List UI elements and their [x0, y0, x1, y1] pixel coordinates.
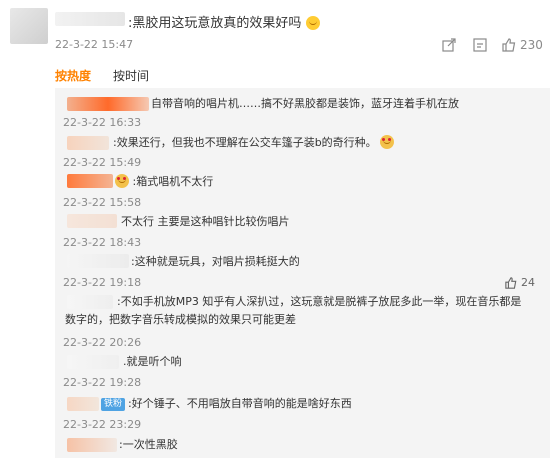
- reply-text: :效果还行，但我也不理解在公交车篷子装b的奇行种。: [113, 136, 377, 149]
- comment-text: :黑胶用这玩意放真的效果好吗: [128, 16, 302, 31]
- reply-time: 22-3-22 20:26: [63, 336, 142, 349]
- reply-time: 22-3-22 18:43: [63, 236, 142, 249]
- username-blurred[interactable]: [67, 254, 129, 268]
- reply-text: :这种就是玩具，对唱片损耗挺大的: [131, 255, 300, 268]
- reply-time: 22-3-22 19:18: [63, 276, 142, 289]
- reply-list: 自带音响的唱片机……搞不好黑胶都是装饰，蓝牙连着手机在放 22-3-22 16:…: [55, 88, 550, 458]
- tab-sort-by-hot[interactable]: 按热度: [55, 67, 91, 84]
- comment-time: 22-3-22 15:47: [55, 38, 134, 51]
- reply-time: 22-3-22 15:49: [63, 156, 142, 169]
- reply-time: 22-3-22 19:28: [63, 376, 142, 389]
- tab-sort-by-time[interactable]: 按时间: [113, 67, 149, 84]
- reply-like-button[interactable]: 24: [505, 276, 535, 289]
- reply-button[interactable]: [473, 38, 487, 52]
- share-icon: [442, 38, 456, 52]
- username-blurred[interactable]: [67, 397, 99, 411]
- reply-text: .就是听个响: [123, 355, 182, 368]
- reply-text: 自带音响的唱片机……搞不好黑胶都是装饰，蓝牙连着手机在放: [151, 97, 459, 110]
- username-blurred[interactable]: [67, 174, 113, 188]
- reply-time: 22-3-22 16:33: [63, 116, 142, 129]
- reply-text: :箱式唱机不太行: [132, 175, 214, 188]
- angry-face-emoji: [115, 174, 129, 188]
- username-blurred[interactable]: [67, 214, 117, 228]
- comment-icon: [473, 38, 487, 52]
- like-button[interactable]: 230: [502, 38, 543, 52]
- fan-badge: 铁粉: [101, 398, 126, 411]
- reply-time: 22-3-22 15:58: [63, 196, 142, 209]
- reply-text-continued: 数字的，把数字音乐转成模拟的效果只可能更差: [65, 313, 296, 326]
- reply-text: 不太行 主要是这种唱针比较伤唱片: [121, 215, 290, 228]
- username-blurred[interactable]: [67, 97, 149, 111]
- username-blurred[interactable]: [67, 295, 113, 309]
- like-count: 230: [520, 38, 543, 52]
- reply-text: :好个锤子、不用唱放自带音响的能是啥好东西: [128, 397, 352, 410]
- reply-time: 22-3-22 23:29: [63, 418, 142, 431]
- username-blurred[interactable]: [55, 12, 125, 26]
- username-blurred[interactable]: [67, 136, 109, 150]
- reply-text: :不如手机放MP3 知乎有人深扒过，这玩意就是脱裤子放屁多此一举，现在音乐都是: [117, 295, 522, 308]
- username-blurred[interactable]: [67, 355, 119, 369]
- thumbs-up-icon: [502, 38, 516, 52]
- avatar[interactable]: [10, 8, 48, 44]
- username-blurred[interactable]: [67, 438, 117, 452]
- reply-text: :一次性黑胶: [119, 438, 178, 451]
- reply-like-count: 24: [521, 276, 535, 289]
- sort-tabs: 按热度 按时间: [55, 67, 149, 84]
- crying-face-emoji: [380, 135, 395, 149]
- share-button[interactable]: [442, 38, 456, 52]
- laughing-face-emoji: [305, 16, 320, 30]
- thumbs-up-icon: [505, 276, 517, 289]
